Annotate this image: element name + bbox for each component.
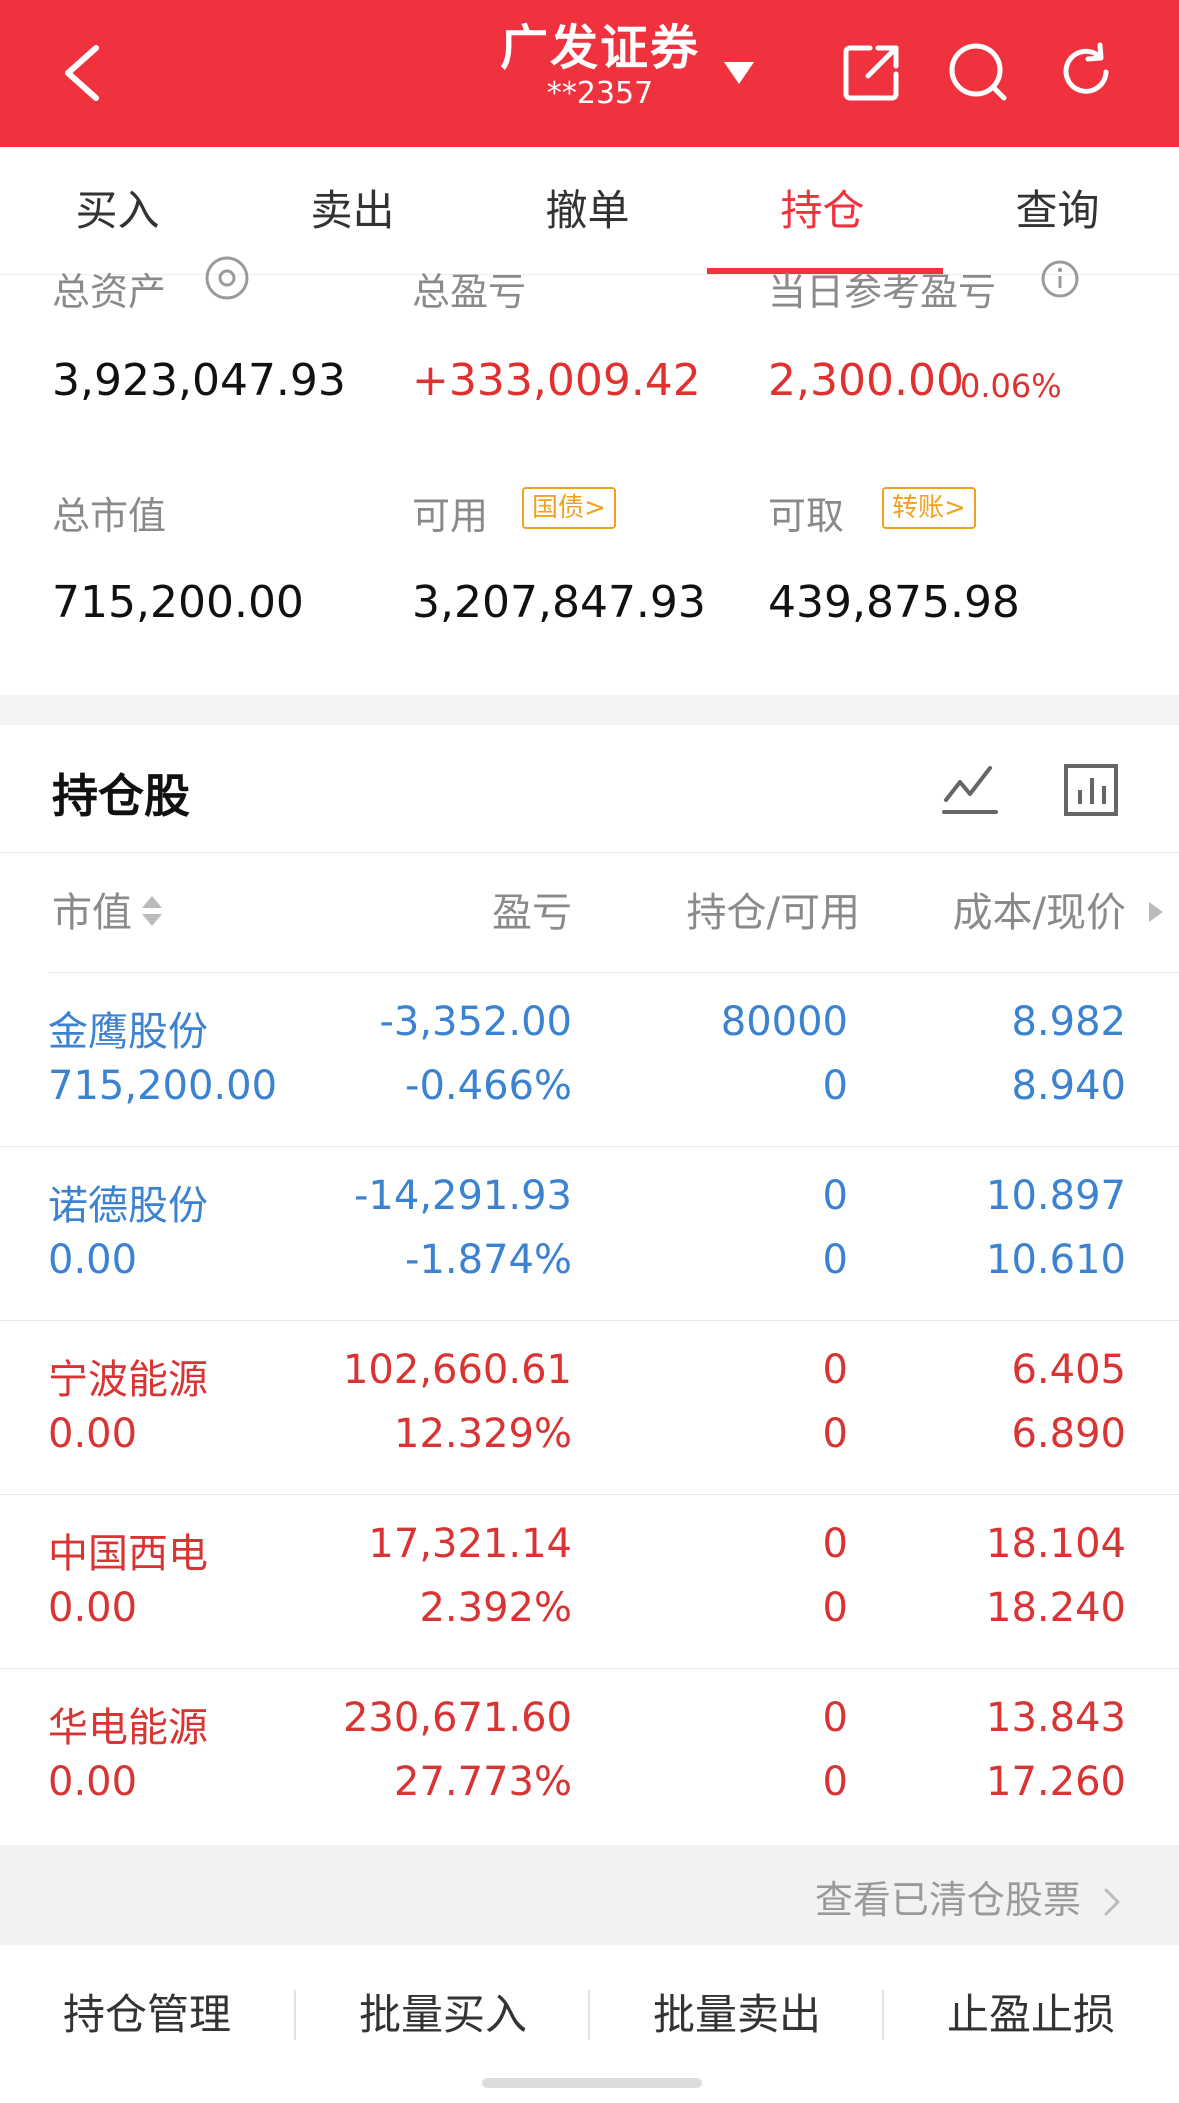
stock-cost: 13.843 — [986, 1695, 1126, 1741]
stock-price: 6.890 — [1011, 1411, 1126, 1457]
stock-position: 80000 — [720, 999, 848, 1045]
stock-available: 0 — [822, 1063, 848, 1109]
col-position-available: 持仓/可用 — [686, 890, 860, 936]
stock-available: 0 — [822, 1585, 848, 1631]
stock-price: 17.260 — [986, 1759, 1126, 1805]
stock-available: 0 — [822, 1237, 848, 1283]
search-icon[interactable] — [946, 40, 1010, 104]
stock-pnl: -3,352.00 — [379, 999, 572, 1045]
broker-title[interactable]: 广发证券 — [480, 18, 720, 78]
col-pnl: 盈亏 — [492, 890, 572, 936]
available-label: 可用 — [412, 494, 489, 538]
stock-position: 0 — [822, 1173, 848, 1219]
stock-market-value: 0.00 — [48, 1411, 138, 1457]
holding-row[interactable]: 金鹰股份 715,200.00 -3,352.00 -0.466% 80000 … — [0, 973, 1179, 1147]
stock-cost: 8.982 — [1011, 999, 1126, 1045]
back-arrow-icon[interactable] — [56, 42, 112, 104]
share-icon[interactable] — [840, 40, 904, 104]
stock-cost: 18.104 — [986, 1521, 1126, 1567]
batch-sell-button[interactable]: 批量卖出 — [590, 1945, 884, 2085]
info-icon[interactable] — [1040, 259, 1080, 299]
stock-market-value: 0.00 — [48, 1759, 138, 1805]
available-value: 3,207,847.93 — [412, 577, 706, 628]
cleared-stocks-label: 查看已清仓股票 — [814, 1878, 1081, 1922]
total-pnl-label: 总盈亏 — [412, 270, 527, 314]
stock-pnl-percent: -1.874% — [405, 1237, 572, 1283]
stock-market-value: 715,200.00 — [48, 1063, 278, 1109]
stock-name[interactable]: 华电能源 — [48, 1695, 208, 1753]
stock-name[interactable]: 中国西电 — [48, 1521, 208, 1579]
transfer-chip[interactable]: 转账> — [882, 487, 976, 529]
total-assets-label: 总资产 — [52, 270, 167, 314]
cleared-stocks-link[interactable]: 查看已清仓股票 — [815, 1869, 1123, 1924]
stock-price: 10.610 — [986, 1237, 1126, 1283]
holding-row[interactable]: 中国西电 0.00 17,321.14 2.392% 0 0 18.104 18… — [0, 1495, 1179, 1669]
batch-buy-button[interactable]: 批量买入 — [296, 1945, 590, 2085]
holdings-title: 持仓股 — [52, 769, 190, 823]
stock-price: 18.240 — [986, 1585, 1126, 1631]
col-market-value[interactable]: 市值 — [52, 880, 132, 938]
stock-market-value: 0.00 — [48, 1585, 138, 1631]
stock-pnl-percent: 12.329% — [394, 1411, 572, 1457]
bar-chart-icon[interactable] — [1062, 760, 1122, 820]
take-profit-stop-loss-button[interactable]: 止盈止损 — [884, 1945, 1178, 2085]
home-indicator — [482, 2078, 702, 2088]
account-summary: 总资产 总盈亏 当日参考盈亏 3,923,047.93 +333,009.42 … — [0, 256, 1179, 695]
stock-pnl: 230,671.60 — [342, 1695, 572, 1741]
trade-tabs: 买入 卖出 撤单 持仓 查询 — [0, 147, 1179, 275]
stock-pnl: 102,660.61 — [342, 1347, 572, 1393]
cleared-stocks-area: 查看已清仓股票 — [0, 1845, 1179, 1945]
stock-cost: 10.897 — [986, 1173, 1126, 1219]
market-value: 715,200.00 — [52, 577, 304, 628]
today-pnl-value: 2,300.00 — [768, 355, 964, 406]
tab-positions[interactable]: 持仓 — [705, 147, 940, 275]
stock-available: 0 — [822, 1411, 848, 1457]
refresh-icon[interactable] — [1054, 40, 1118, 104]
holding-row[interactable]: 华电能源 0.00 230,671.60 27.773% 0 0 13.843 … — [0, 1669, 1179, 1843]
bottom-action-bar: 持仓管理 批量买入 批量卖出 止盈止损 — [0, 1945, 1179, 2085]
chevron-right-icon[interactable] — [1145, 898, 1167, 926]
stock-name[interactable]: 宁波能源 — [48, 1347, 208, 1405]
today-pnl-label: 当日参考盈亏 — [768, 270, 997, 314]
position-management-button[interactable]: 持仓管理 — [0, 1945, 294, 2085]
stock-position: 0 — [822, 1347, 848, 1393]
dropdown-caret-icon[interactable] — [722, 60, 756, 86]
stock-name[interactable]: 金鹰股份 — [48, 999, 208, 1057]
sort-arrows-icon[interactable] — [140, 892, 164, 932]
withdrawable-label: 可取 — [768, 494, 845, 538]
tab-buy[interactable]: 买入 — [0, 147, 235, 275]
section-gap — [0, 695, 1179, 725]
stock-price: 8.940 — [1011, 1063, 1126, 1109]
stock-pnl: -14,291.93 — [353, 1173, 572, 1219]
stock-pnl-percent: -0.466% — [405, 1063, 572, 1109]
stock-pnl-percent: 27.773% — [394, 1759, 572, 1805]
total-pnl-value: +333,009.42 — [412, 355, 701, 406]
withdrawable-value: 439,875.98 — [768, 577, 1020, 628]
stock-name[interactable]: 诺德股份 — [48, 1173, 208, 1231]
tab-cancel[interactable]: 撤单 — [470, 147, 705, 275]
stock-market-value: 0.00 — [48, 1237, 138, 1283]
stock-position: 0 — [822, 1521, 848, 1567]
account-number: **2357 — [546, 76, 654, 111]
total-assets-value: 3,923,047.93 — [52, 355, 346, 406]
stock-available: 0 — [822, 1759, 848, 1805]
col-cost-price: 成本/现价 — [952, 890, 1126, 936]
divider — [0, 852, 1179, 853]
today-pnl-percent: 0.06% — [960, 367, 1062, 405]
eye-toggle-icon[interactable] — [204, 255, 250, 301]
stock-cost: 6.405 — [1011, 1347, 1126, 1393]
tab-query[interactable]: 查询 — [940, 147, 1175, 275]
stock-pnl: 17,321.14 — [368, 1521, 572, 1567]
stock-position: 0 — [822, 1695, 848, 1741]
stock-pnl-percent: 2.392% — [419, 1585, 572, 1631]
tab-sell[interactable]: 卖出 — [235, 147, 470, 275]
holding-row[interactable]: 诺德股份 0.00 -14,291.93 -1.874% 0 0 10.897 … — [0, 1147, 1179, 1321]
market-value-label: 总市值 — [52, 494, 167, 538]
header-title-group[interactable]: 广发证券 **2357 — [480, 18, 720, 112]
holding-row[interactable]: 宁波能源 0.00 102,660.61 12.329% 0 0 6.405 6… — [0, 1321, 1179, 1495]
treasury-bond-chip[interactable]: 国债> — [522, 487, 616, 529]
chevron-right-icon — [1104, 1888, 1120, 1916]
line-chart-icon[interactable] — [940, 760, 1000, 820]
app-header: 广发证券 **2357 — [0, 0, 1179, 147]
